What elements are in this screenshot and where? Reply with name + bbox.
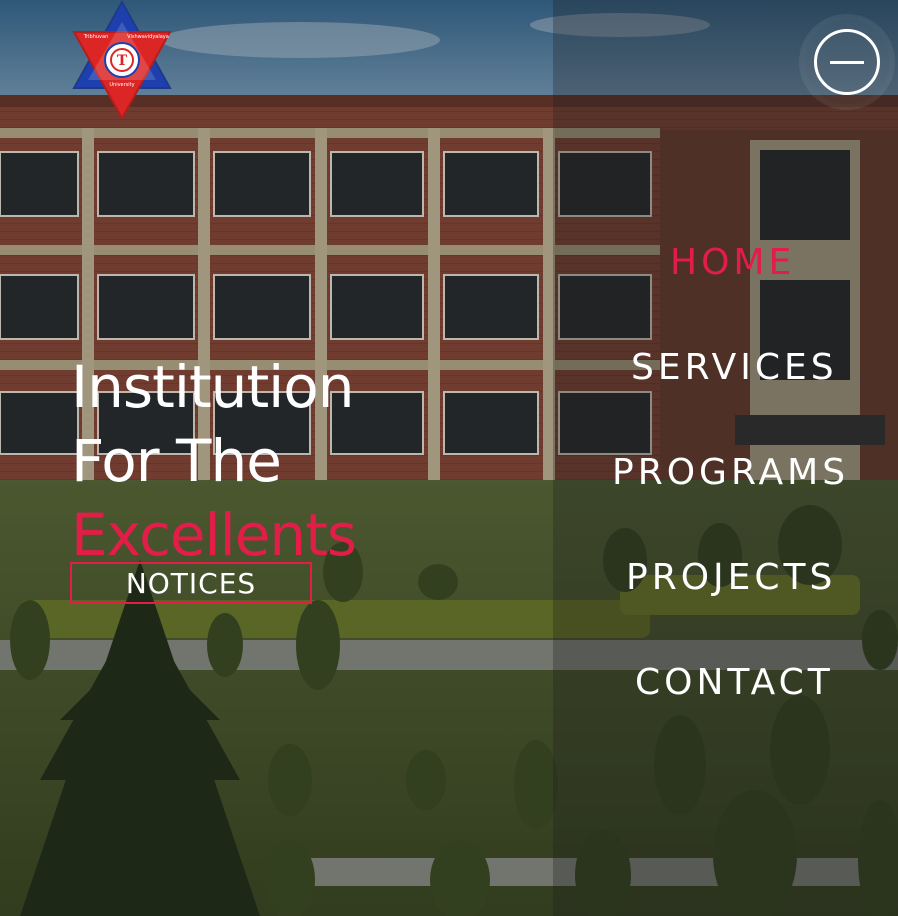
- svg-text:University: University: [109, 82, 134, 88]
- notices-button-label: NOTICES: [125, 566, 257, 600]
- hero-headline: Institution For The Excellents: [71, 350, 357, 572]
- university-logo[interactable]: T Tribhuvan Vishwavidyalaya University: [70, 0, 174, 121]
- headline-line-2: For The: [71, 427, 282, 495]
- headline-line-1: Institution: [71, 353, 355, 421]
- svg-text:Vishwavidyalaya: Vishwavidyalaya: [127, 34, 169, 40]
- nav-item-projects[interactable]: PROJECTS: [553, 557, 898, 598]
- nav-item-contact[interactable]: CONTACT: [553, 662, 898, 703]
- headline-line-3: Excellents: [71, 501, 357, 569]
- nav-item-programs[interactable]: PROGRAMS: [553, 452, 898, 493]
- notices-button[interactable]: NOTICES: [70, 562, 312, 604]
- svg-text:Tribhuvan: Tribhuvan: [83, 34, 108, 40]
- university-seal-icon: T Tribhuvan Vishwavidyalaya University: [72, 0, 172, 121]
- svg-text:T: T: [117, 53, 128, 69]
- nav-item-services[interactable]: SERVICES: [553, 347, 898, 388]
- main-nav: HOME SERVICES PROGRAMS PROJECTS CONTACT: [553, 0, 898, 916]
- nav-item-home[interactable]: HOME: [553, 242, 898, 283]
